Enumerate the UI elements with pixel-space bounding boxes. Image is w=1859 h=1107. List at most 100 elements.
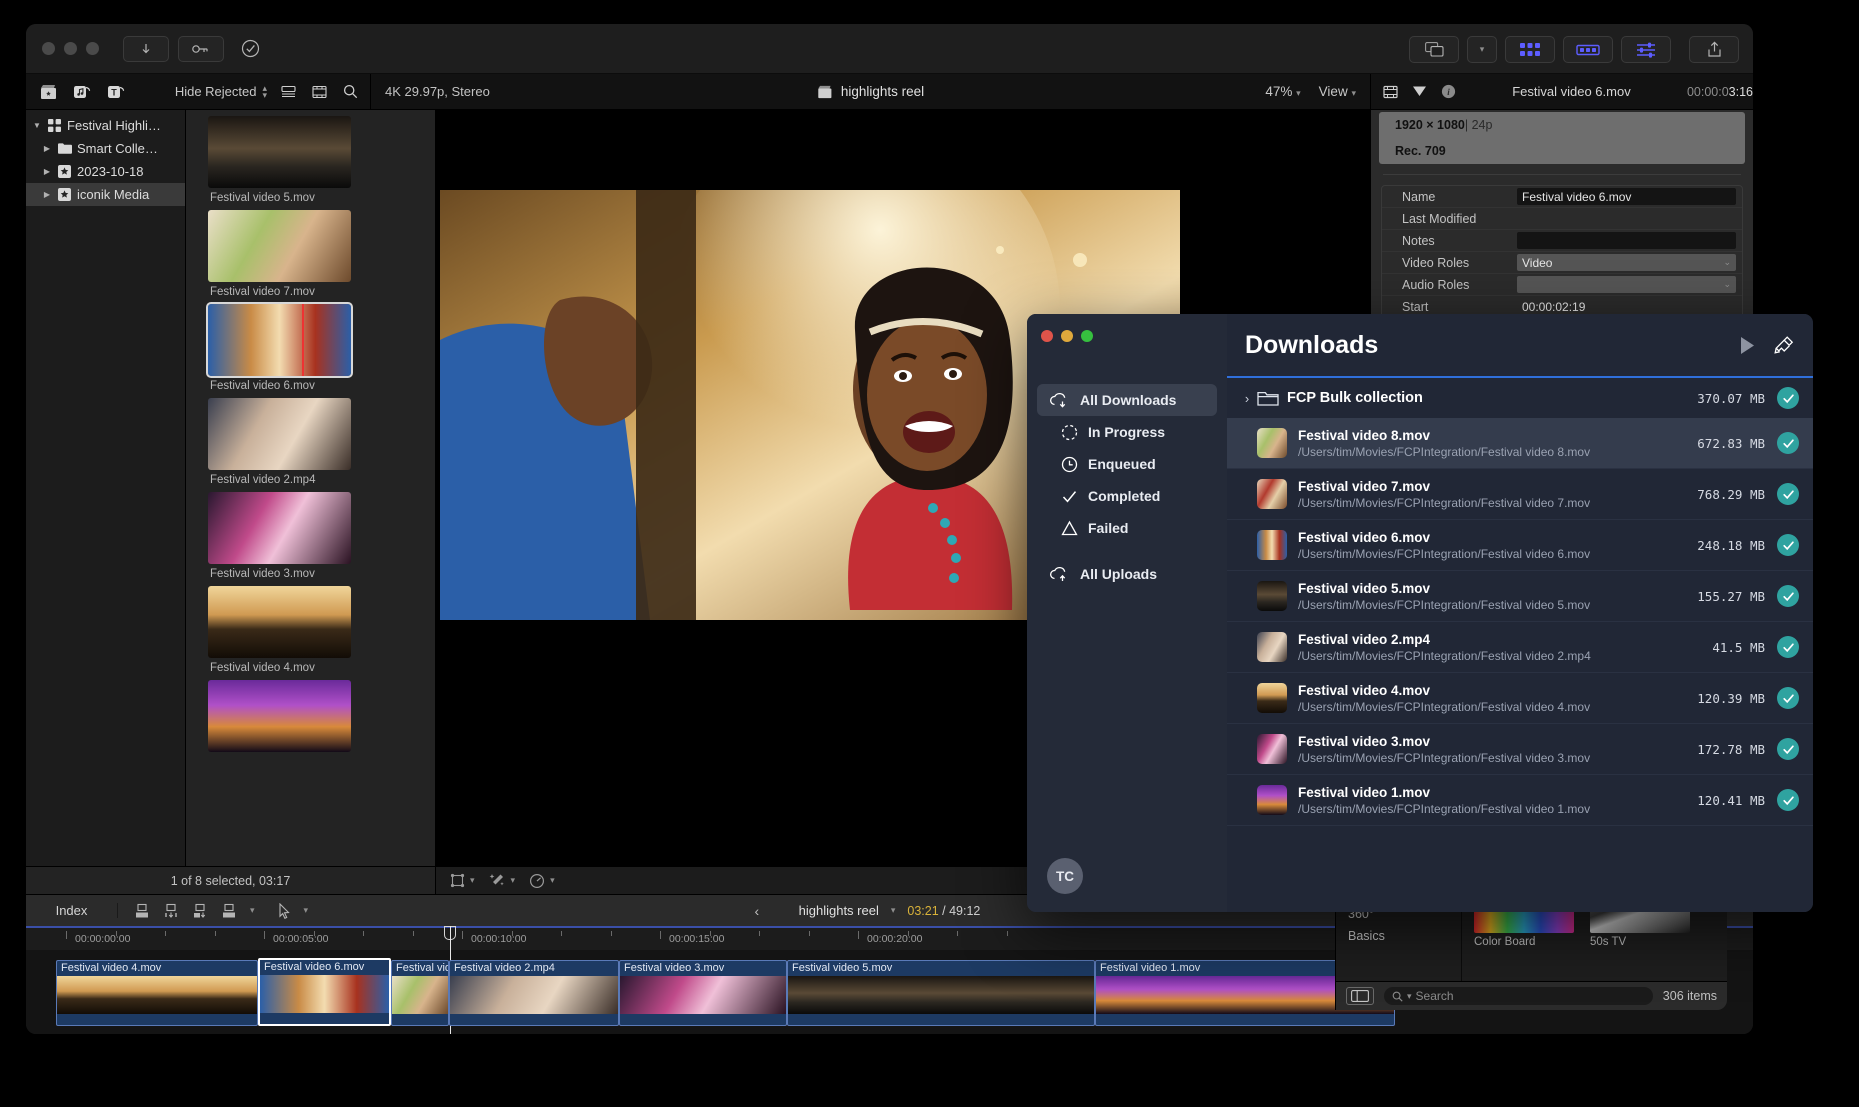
library-item-0[interactable]: ▼ Festival Highli… xyxy=(26,114,185,137)
library-item-2[interactable]: ▶ 2023-10-18 xyxy=(26,160,185,183)
retime-chevron-icon[interactable]: ▾ xyxy=(550,875,555,886)
media-browser[interactable]: Festival video 5.mov Festival video 7.mov… xyxy=(186,110,436,866)
resume-all-icon[interactable] xyxy=(1739,336,1756,355)
titles-browser-icon[interactable]: T xyxy=(107,83,125,100)
audio-inspector-icon[interactable] xyxy=(1412,85,1427,98)
browser-clip-0[interactable]: Festival video 5.mov xyxy=(208,116,435,204)
browser-clip-1[interactable]: Festival video 7.mov xyxy=(208,210,435,298)
browser-clip-4[interactable]: Festival video 3.mov xyxy=(208,492,435,580)
library-item-1[interactable]: ▶ Smart Colle… xyxy=(26,137,185,160)
downloads-nav-enqueued[interactable]: Enqueued xyxy=(1037,448,1217,480)
close-button[interactable] xyxy=(42,42,55,55)
retime-icon[interactable] xyxy=(529,873,545,889)
downloads-collection-row[interactable]: › FCP Bulk collection 370.07 MB xyxy=(1227,378,1813,418)
downloads-nav-in-progress[interactable]: In Progress xyxy=(1037,416,1217,448)
timeline-project-chevron-icon[interactable]: ▾ xyxy=(891,905,896,916)
chevron-down-icon[interactable]: ⌄ xyxy=(1723,279,1731,290)
disclosure-triangle-icon[interactable]: ▼ xyxy=(32,121,42,130)
downloads-window-controls[interactable] xyxy=(1027,314,1227,342)
timeline-back-button[interactable]: ‹ xyxy=(755,903,760,919)
avatar[interactable]: TC xyxy=(1047,858,1083,894)
transform-icon[interactable] xyxy=(450,873,465,888)
timeline-clip-3[interactable]: Festival video 2.mp4 xyxy=(449,960,619,1026)
timeline-clip-1[interactable]: Festival video 6.mov xyxy=(258,958,391,1026)
timeline-clip-2[interactable]: Festival vide… xyxy=(391,960,449,1026)
clip-thumbnail[interactable] xyxy=(208,398,351,470)
timeline-clip-0[interactable]: Festival video 4.mov xyxy=(56,960,258,1026)
timeline-project-name[interactable]: highlights reel xyxy=(799,903,879,918)
clip-thumbnail[interactable] xyxy=(208,586,351,658)
downloads-nav-all-downloads[interactable]: All Downloads xyxy=(1037,384,1217,416)
zoom-dropdown[interactable]: 47% ▾ xyxy=(1265,84,1300,99)
downloads-zoom-button[interactable] xyxy=(1081,330,1093,342)
timeline-toggle-button[interactable] xyxy=(1563,36,1613,63)
insert-edit-icon[interactable] xyxy=(163,903,179,919)
browser-clip-3[interactable]: Festival video 2.mp4 xyxy=(208,398,435,486)
music-browser-icon[interactable] xyxy=(73,83,91,100)
append-edit-icon[interactable] xyxy=(134,903,150,919)
download-row[interactable]: Festival video 1.mov/Users/tim/Movies/FC… xyxy=(1227,775,1813,826)
edit-tools-chevron-icon[interactable]: ▾ xyxy=(250,905,255,916)
browser-clip-5[interactable]: Festival video 4.mov xyxy=(208,586,435,674)
downloads-nav-all-uploads[interactable]: All Uploads xyxy=(1037,558,1217,590)
download-row[interactable]: Festival video 8.mov/Users/tim/Movies/FC… xyxy=(1227,418,1813,469)
field-value[interactable]: 00:00:02:19 xyxy=(1517,298,1736,315)
timeline-clip-4[interactable]: Festival video 3.mov xyxy=(619,960,787,1026)
minimize-button[interactable] xyxy=(64,42,77,55)
download-row[interactable]: Festival video 6.mov/Users/tim/Movies/FC… xyxy=(1227,520,1813,571)
download-row[interactable]: Festival video 7.mov/Users/tim/Movies/FC… xyxy=(1227,469,1813,520)
download-row[interactable]: Festival video 3.mov/Users/tim/Movies/FC… xyxy=(1227,724,1813,775)
chevron-right-icon[interactable]: › xyxy=(1237,391,1257,406)
search-icon[interactable] xyxy=(343,84,358,99)
info-inspector-icon[interactable]: i xyxy=(1441,84,1456,99)
effects-search-input[interactable]: ▾ Search xyxy=(1384,987,1653,1005)
field-value[interactable]: Festival video 6.mov xyxy=(1517,188,1736,205)
video-inspector-icon[interactable] xyxy=(1383,85,1398,99)
view-dropdown[interactable]: View ▾ xyxy=(1319,84,1356,99)
timeline-clip-5[interactable]: Festival video 5.mov xyxy=(787,960,1095,1026)
clear-broom-icon[interactable] xyxy=(1774,335,1795,355)
list-view-icon[interactable] xyxy=(281,85,296,99)
browser-clip-6[interactable] xyxy=(208,680,435,752)
downloads-minimize-button[interactable] xyxy=(1061,330,1073,342)
field-value[interactable] xyxy=(1517,210,1736,227)
clip-thumbnail[interactable] xyxy=(208,210,351,282)
timeline-index-button[interactable]: Index xyxy=(26,903,118,918)
downloads-nav-failed[interactable]: Failed xyxy=(1037,512,1217,544)
connect-edit-icon[interactable] xyxy=(192,903,208,919)
mirroring-chevron-icon[interactable]: ▾ xyxy=(1467,36,1497,63)
library-item-3[interactable]: ▶ iconik Media xyxy=(26,183,185,206)
downloads-nav-completed[interactable]: Completed xyxy=(1037,480,1217,512)
favorite-button[interactable] xyxy=(233,36,267,62)
zoom-button[interactable] xyxy=(86,42,99,55)
hide-rejected-dropdown[interactable]: Hide Rejected ▴ ▾ xyxy=(175,83,267,99)
overwrite-edit-icon[interactable] xyxy=(221,903,237,919)
disclosure-triangle-icon[interactable]: ▶ xyxy=(42,167,52,176)
field-value[interactable] xyxy=(1517,232,1736,249)
transform-chevron-icon[interactable]: ▾ xyxy=(470,875,475,886)
select-tool-icon[interactable] xyxy=(278,902,291,919)
clip-thumbnail[interactable] xyxy=(208,116,351,188)
share-button[interactable] xyxy=(1689,36,1739,63)
import-media-button[interactable] xyxy=(123,35,169,62)
download-row[interactable]: Festival video 4.mov/Users/tim/Movies/FC… xyxy=(1227,673,1813,724)
disclosure-triangle-icon[interactable]: ▶ xyxy=(42,144,52,153)
filmstrip-view-icon[interactable] xyxy=(312,85,327,99)
chevron-down-icon[interactable]: ⌄ xyxy=(1723,257,1731,268)
keyword-button[interactable] xyxy=(178,35,224,62)
effects-sidebar-toggle[interactable] xyxy=(1346,987,1374,1005)
clip-thumbnail[interactable] xyxy=(208,680,351,752)
downloads-close-button[interactable] xyxy=(1041,330,1053,342)
browser-clip-2[interactable]: Festival video 6.mov xyxy=(206,302,435,392)
download-row[interactable]: Festival video 2.mp4/Users/tim/Movies/FC… xyxy=(1227,622,1813,673)
select-tool-chevron-icon[interactable]: ▾ xyxy=(304,905,309,916)
downloads-list[interactable]: › FCP Bulk collection 370.07 MB Festival vi… xyxy=(1227,376,1813,826)
field-value[interactable]: Video ⌄ xyxy=(1517,254,1736,271)
browser-toggle-button[interactable] xyxy=(1505,36,1555,63)
inspector-toggle-button[interactable] xyxy=(1621,36,1671,63)
window-controls[interactable] xyxy=(42,42,99,55)
enhancements-chevron-icon[interactable]: ▾ xyxy=(511,875,516,886)
download-row[interactable]: Festival video 5.mov/Users/tim/Movies/FC… xyxy=(1227,571,1813,622)
effects-category-basics[interactable]: Basics xyxy=(1336,925,1461,947)
clip-thumbnail[interactable] xyxy=(208,492,351,564)
